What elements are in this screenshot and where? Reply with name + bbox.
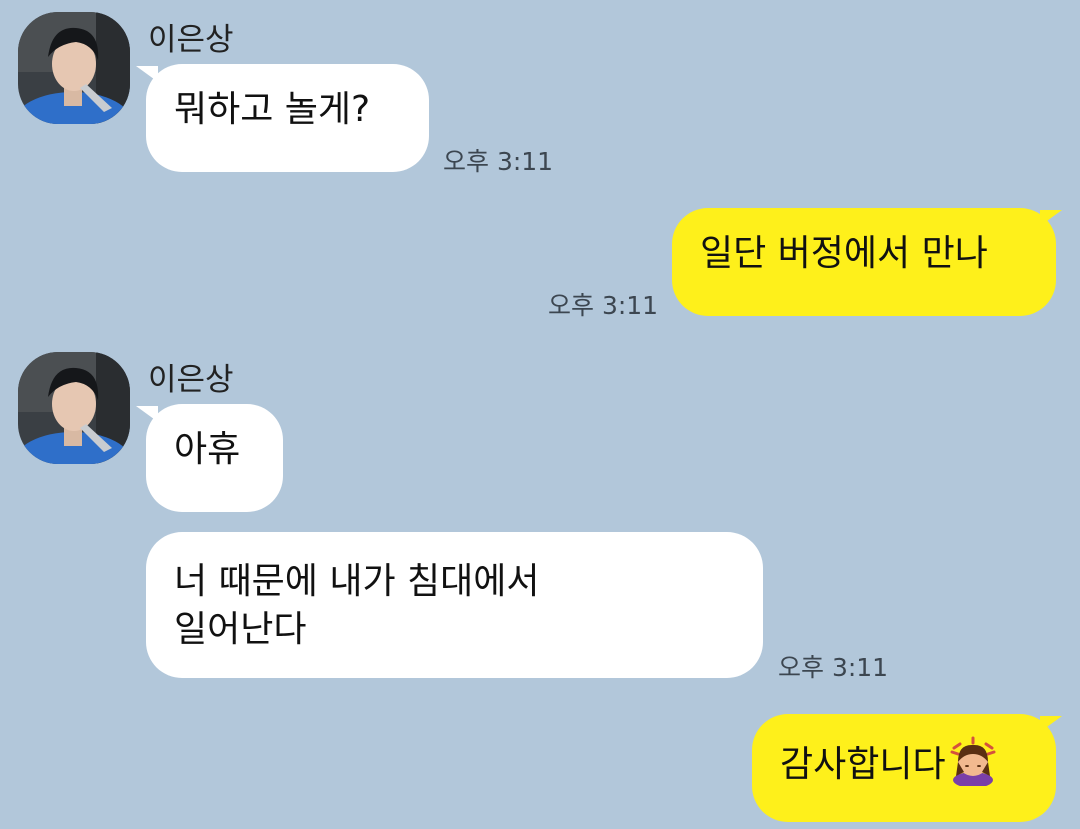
message-text: 너 때문에 내가 침대에서 일어난다 xyxy=(174,532,735,654)
bubble-tail xyxy=(1040,716,1062,732)
message-timestamp: 오후 3:11 xyxy=(548,291,659,320)
message-text: 일단 버정에서 만나 xyxy=(700,233,988,274)
message-bubble-outgoing[interactable]: 일단 버정에서 만나 xyxy=(672,208,1056,316)
message-bubble-outgoing[interactable]: 감사합니다 xyxy=(752,714,1056,822)
message-text-line: 너 때문에 내가 침대에서 xyxy=(174,561,540,602)
message-timestamp: 오후 3:11 xyxy=(443,147,554,176)
bowing-woman-emoji-icon xyxy=(948,736,998,788)
message-text: 감사합니다 xyxy=(780,714,1028,789)
message-text: 뭐하고 놀게? xyxy=(174,89,371,130)
profile-photo xyxy=(18,352,130,464)
bubble-tail xyxy=(1040,210,1062,226)
message-timestamp: 오후 3:11 xyxy=(778,653,889,682)
avatar[interactable] xyxy=(18,352,130,464)
message-bubble-incoming[interactable]: 뭐하고 놀게? xyxy=(146,64,429,172)
avatar[interactable] xyxy=(18,12,130,124)
sender-name: 이은상 xyxy=(148,362,234,398)
sender-name: 이은상 xyxy=(148,22,234,58)
profile-photo xyxy=(18,12,130,124)
message-text: 아휴 xyxy=(174,429,241,470)
message-text-content: 감사합니다 xyxy=(780,744,946,785)
message-text-line: 일어난다 xyxy=(174,609,307,650)
message-bubble-incoming[interactable]: 아휴 xyxy=(146,404,283,512)
message-bubble-incoming[interactable]: 너 때문에 내가 침대에서 일어난다 xyxy=(146,532,763,678)
